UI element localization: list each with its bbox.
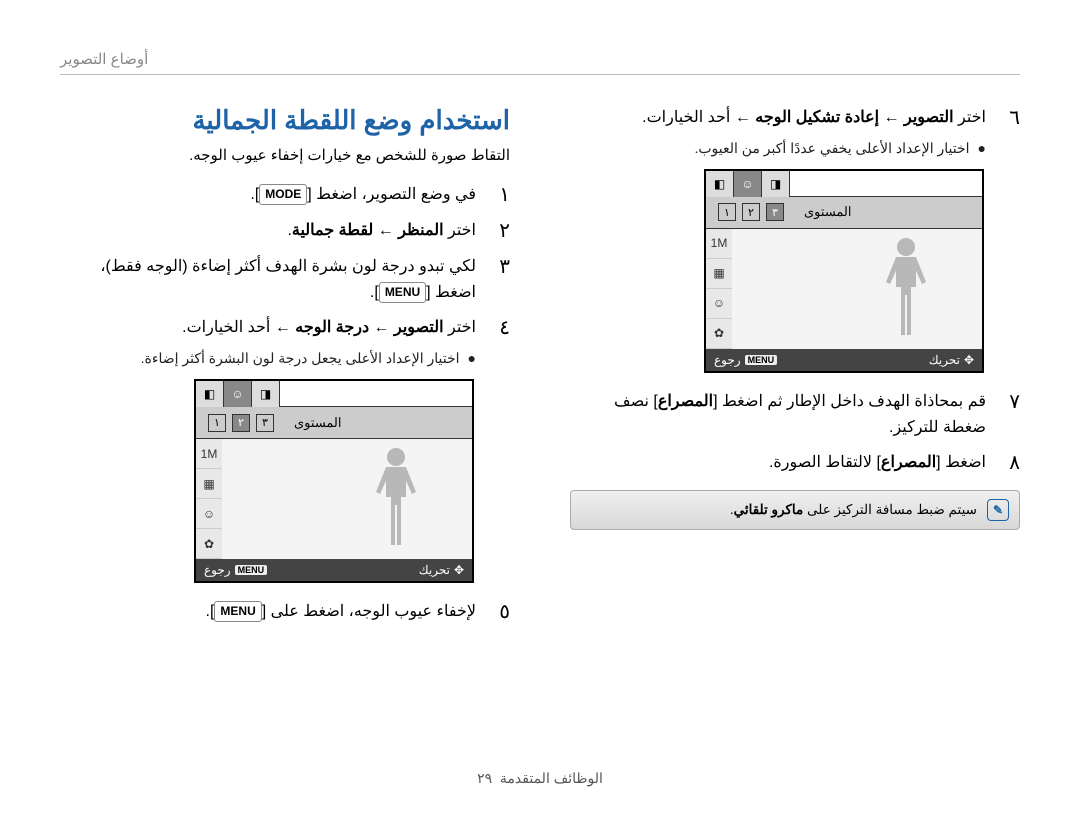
tab-icon-selected: ☺: [224, 381, 252, 407]
sidebar-icon: ▦: [706, 259, 732, 289]
bullet-dot: ●: [468, 347, 476, 369]
step-7: ٧ قم بمحاذاة الهدف داخل الإطار ثم اضغط […: [570, 389, 1020, 440]
step-text: في وضع التصوير، اضغط: [312, 186, 476, 203]
step-num: ٦: [1000, 105, 1020, 159]
tab-icon: ◨: [762, 171, 790, 197]
tab-icon-selected: ☺: [734, 171, 762, 197]
step-num: ٢: [490, 218, 510, 244]
move-label: تحريك: [419, 563, 450, 577]
step-3: ٣ لكي تبدو درجة لون بشرة الهدف أكثر إضاء…: [60, 254, 510, 305]
back-label: رجوع: [714, 353, 741, 367]
chapter-header: أوضاع التصوير: [60, 50, 1020, 75]
menu-badge: MENU: [745, 355, 778, 365]
bullet-dot: ●: [978, 137, 986, 159]
camera-screen-a: ◧ ☺ ◨ المستوى ١٢٣ 1M ▦ ☺: [194, 379, 474, 583]
note-icon: ✎: [987, 499, 1009, 521]
step-8: ٨ اضغط [المصراع] لالتقاط الصورة.: [570, 450, 1020, 476]
level-boxes: ١٢٣: [718, 203, 784, 221]
step-5: ٥ لإخفاء عيوب الوجه، اضغط على [MENU].: [60, 599, 510, 625]
sidebar-icon: ▦: [196, 469, 222, 499]
sidebar-icon: 1M: [196, 439, 222, 469]
intro-text: التقاط صورة للشخص مع خيارات إخفاء عيوب ا…: [60, 146, 510, 164]
sidebar-icon: ☺: [706, 289, 732, 319]
sidebar-icon: ☺: [196, 499, 222, 529]
screen-sidebar: 1M ▦ ☺ ✿: [706, 229, 732, 349]
menu-badge: MENU: [235, 565, 268, 575]
camera-screen-b: ◧ ☺ ◨ المستوى ١٢٣ 1M ▦ ☺: [704, 169, 984, 373]
step-6: ٦ اختر التصوير ← إعادة تشكيل الوجه ← أحد…: [570, 105, 1020, 159]
tab-icon: ◨: [252, 381, 280, 407]
nav-icon: ✥: [454, 563, 464, 577]
nav-icon: ✥: [964, 353, 974, 367]
level-label: المستوى: [804, 204, 852, 220]
person-silhouette: [880, 235, 932, 343]
step-4: ٤ اختر التصوير ← درجة الوجه ← أحد الخيار…: [60, 315, 510, 369]
page-footer: الوظائف المتقدمة ٢٩: [0, 770, 1080, 787]
step-num: ٧: [1000, 389, 1020, 440]
level-label: المستوى: [294, 415, 342, 431]
sidebar-icon: ✿: [196, 529, 222, 559]
tab-icon: ◧: [706, 171, 734, 197]
back-label: رجوع: [204, 563, 231, 577]
mode-key: MODE: [259, 184, 307, 205]
section-title: استخدام وضع اللقطة الجمالية: [60, 105, 510, 136]
note-box: ✎ سيتم ضبط مسافة التركيز على ماكرو تلقائ…: [570, 490, 1020, 530]
step-num: ٣: [490, 254, 510, 305]
step-2: ٢ اختر المنظر ← لقطة جمالية.: [60, 218, 510, 244]
step-num: ٤: [490, 315, 510, 369]
tab-icon: ◧: [196, 381, 224, 407]
move-label: تحريك: [929, 353, 960, 367]
level-boxes: ١٢٣: [208, 414, 274, 432]
sidebar-icon: ✿: [706, 319, 732, 349]
step-num: ٥: [490, 599, 510, 625]
step-num: ١: [490, 182, 510, 208]
sidebar-icon: 1M: [706, 229, 732, 259]
screen-sidebar: 1M ▦ ☺ ✿: [196, 439, 222, 559]
person-silhouette: [370, 445, 422, 553]
menu-key: MENU: [379, 282, 426, 303]
step-1: ١ في وضع التصوير، اضغط [MODE].: [60, 182, 510, 208]
menu-key: MENU: [214, 601, 261, 622]
step-num: ٨: [1000, 450, 1020, 476]
